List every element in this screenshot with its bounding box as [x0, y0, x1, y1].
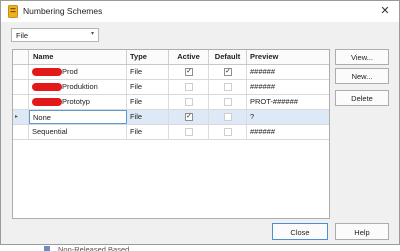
help-button-label: Help [354, 228, 370, 237]
row-indicator [13, 80, 29, 94]
cell-name-text: Prod [62, 67, 78, 76]
cell-name[interactable]: None [29, 110, 127, 124]
cell-name[interactable]: Prod [29, 65, 127, 79]
cell-type: File [127, 125, 169, 139]
cell-type: File [127, 80, 169, 94]
schemes-grid: Name Type Active Default Preview Prod Fil… [12, 49, 330, 219]
scheme-filter-dropdown[interactable]: File ▾ [11, 28, 99, 42]
numbering-schemes-dialog: Numbering Schemes ✕ File ▾ Name Type Act… [0, 0, 400, 245]
current-row-icon: ▸ [15, 114, 19, 120]
app-icon [8, 5, 18, 18]
default-checkbox[interactable] [224, 83, 232, 91]
cell-preview: ###### [250, 127, 276, 136]
cell-preview: ? [250, 112, 255, 121]
table-row[interactable]: Sequential File ###### [13, 125, 329, 140]
row-indicator [13, 95, 29, 109]
cell-name-text: Prototyp [62, 97, 90, 106]
default-checkbox[interactable] [224, 113, 232, 121]
close-button[interactable]: Close [272, 223, 328, 240]
cell-default [209, 125, 247, 139]
grid-header: Name Type Active Default Preview [13, 50, 329, 65]
new-button[interactable]: New... [335, 68, 389, 84]
view-button-label: View... [351, 53, 373, 62]
background-list-item: Non-Released Based [58, 245, 130, 251]
cell-active [169, 125, 209, 139]
help-button[interactable]: Help [335, 223, 389, 240]
cell-default: ✓ [209, 65, 247, 79]
active-checkbox[interactable] [185, 83, 193, 91]
cell-active: ✓ [169, 110, 209, 124]
table-row[interactable]: Produktion File ###### [13, 80, 329, 95]
cell-type: File [127, 95, 169, 109]
cell-preview: PROT-###### [250, 97, 298, 106]
cell-name-text: Produktion [62, 82, 98, 91]
close-window-icon[interactable]: ✕ [375, 3, 395, 19]
active-checkbox[interactable]: ✓ [185, 68, 193, 76]
column-header-type[interactable]: Type [127, 50, 169, 64]
redaction-mark [32, 98, 62, 106]
cell-name[interactable]: Produktion [29, 80, 127, 94]
view-button[interactable]: View... [335, 49, 389, 65]
default-checkbox[interactable] [224, 98, 232, 106]
delete-button-label: Delete [351, 94, 373, 103]
active-checkbox[interactable]: ✓ [185, 113, 193, 121]
title-bar: Numbering Schemes ✕ [1, 1, 399, 22]
cell-name[interactable]: Sequential [29, 125, 127, 139]
default-checkbox[interactable] [224, 128, 232, 136]
redaction-mark [32, 83, 62, 91]
filter-selected-value: File [16, 31, 29, 40]
close-button-label: Close [290, 228, 310, 237]
active-checkbox[interactable] [185, 98, 193, 106]
delete-button[interactable]: Delete [335, 90, 389, 106]
row-indicator-header [13, 50, 29, 64]
document-icon [44, 246, 50, 251]
new-button-label: New... [351, 72, 373, 81]
column-header-preview[interactable]: Preview [247, 50, 329, 64]
active-checkbox[interactable] [185, 128, 193, 136]
cell-active: ✓ [169, 65, 209, 79]
table-row[interactable]: ▸ None File ✓? [13, 110, 329, 125]
column-header-active[interactable]: Active [169, 50, 209, 64]
cell-active [169, 80, 209, 94]
cell-preview: ###### [250, 67, 276, 76]
redaction-mark [32, 68, 62, 76]
table-row[interactable]: Prototyp File PROT-###### [13, 95, 329, 110]
column-header-default[interactable]: Default [209, 50, 247, 64]
column-header-name[interactable]: Name [29, 50, 127, 64]
window-title: Numbering Schemes [23, 6, 103, 16]
row-indicator [13, 65, 29, 79]
cell-name[interactable]: Prototyp [29, 95, 127, 109]
default-checkbox[interactable]: ✓ [224, 68, 232, 76]
cell-name-text: None [33, 113, 51, 122]
row-indicator: ▸ [13, 110, 29, 124]
cell-default [209, 80, 247, 94]
cell-default [209, 110, 247, 124]
cell-active [169, 95, 209, 109]
cell-default [209, 95, 247, 109]
table-row[interactable]: Prod File ✓ ✓ ###### [13, 65, 329, 80]
cell-type: File [127, 110, 169, 124]
cell-name-text: Sequential [32, 127, 68, 136]
cell-type: File [127, 65, 169, 79]
cell-preview: ###### [250, 82, 276, 91]
chevron-down-icon: ▾ [91, 31, 95, 37]
row-indicator [13, 125, 29, 139]
